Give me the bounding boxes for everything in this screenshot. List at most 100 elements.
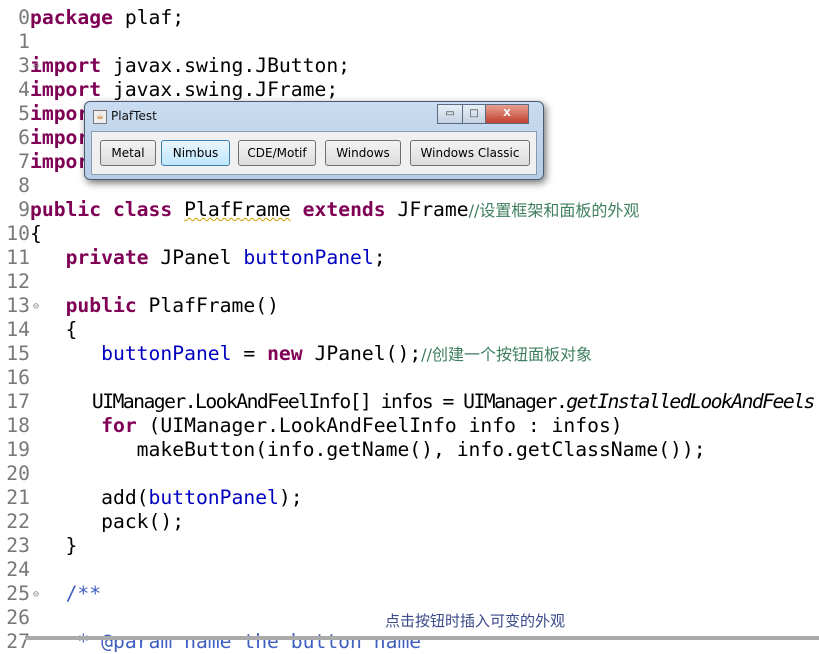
code-line: 16 [0,366,30,390]
horizontal-scrollbar[interactable] [25,636,819,640]
fold-toggle-icon[interactable]: ⊖ [33,583,39,607]
code-token: * @param name the button name [30,630,422,653]
code-token: buttonPanel [101,342,232,365]
code-token: private [65,246,149,269]
fold-toggle-icon[interactable]: ⊖ [33,55,39,79]
code-line: 8 [0,174,30,198]
code-line: 11 private JPanel buttonPanel; [0,246,385,270]
line-number: 11 [6,246,30,269]
line-number: 23 [6,534,30,557]
metal-button[interactable]: Metal [100,140,156,166]
code-line: 12 [0,270,30,294]
code-token: public class [30,198,173,221]
code-token: ); [278,486,303,509]
code-token: import [30,54,102,77]
code-line: 21 add(buttonPanel); [0,486,303,510]
line-number: 27 [6,630,30,653]
code-line: 27 * @param name the button name [0,630,421,654]
line-number: 20 [6,462,30,485]
code-line: 3 ⊖ import javax.swing.JButton; [0,54,350,78]
nimbus-button[interactable]: Nimbus [161,140,230,166]
code-token: JPanel(); [302,342,422,365]
minimize-button[interactable]: ▭ [437,104,463,124]
code-token: buttonPanel [148,486,279,509]
code-token: { [30,318,78,341]
code-token: JFrame [385,198,469,221]
code-token: UIManager.LookAndFeelInfo[] [30,390,381,413]
cde-motif-button[interactable]: CDE/Motif [238,140,316,166]
code-line: 26 [0,606,30,630]
code-token: buttonPanel [243,246,374,269]
line-number: 22 [6,510,30,533]
caption-text: 点击按钮时插入可变的外观 [385,612,566,630]
button-panel: Metal Nimbus CDE/Motif Windows Windows C… [91,131,537,175]
code-token: JPanel [148,246,244,269]
code-line: 10{ [0,222,42,246]
code-token: = UIManager. [432,390,568,413]
code-token: infos [380,390,434,413]
code-token: PlafFrame [184,198,291,221]
line-number: 9 [18,198,30,221]
code-token: javax.swing.JFrame; [101,78,339,101]
line-number: 26 [6,606,30,629]
code-line: 15 buttonPanel = new JPanel();//创建一个按钮面板… [0,342,592,366]
plaftest-window: ☕ PlafTest ▭ □ X Metal Nimbus CDE/Motif … [84,101,544,180]
code-token: new [267,342,303,365]
code-token: getInstalledLookAndFeels [566,390,815,413]
code-line: 18 for (UIManager.LookAndFeelInfo info :… [0,414,623,438]
code-line: 23 } [0,534,77,558]
code-line: 17 UIManager.LookAndFeelInfo[] infos = U… [0,390,815,414]
code-token: //创建一个按钮面板对象 [421,345,592,364]
code-line: 4import javax.swing.JFrame; [0,78,338,102]
code-line: 14 { [0,318,77,342]
code-line: 0package plaf; [0,6,184,30]
code-line: 22 pack(); [0,510,184,534]
line-number: 19 [6,438,30,461]
line-number: 14 [6,318,30,341]
code-token: //设置框架和面板的外观 [468,201,640,220]
code-token: { [30,222,42,245]
fold-toggle-icon[interactable]: ⊖ [33,295,39,319]
line-number: 12 [6,270,30,293]
code-token: PlafFrame() [136,294,279,317]
code-token: plaf; [112,6,185,29]
code-token: } [30,534,78,557]
line-number: 6 [18,126,30,149]
code-token: add( [30,486,149,509]
code-line: 19 makeButton(info.getName(), info.getCl… [0,438,706,462]
line-number: 18 [6,414,30,437]
line-number: 4 [18,78,30,101]
code-token: = [231,342,268,365]
code-line: 13 ⊖ public PlafFrame() [0,294,279,318]
line-number: 0 [18,6,30,29]
close-button[interactable]: X [485,104,529,124]
line-number: 1 [18,30,30,53]
code-line: 25 ⊖ /** [0,582,101,606]
line-number: 24 [6,558,30,581]
code-token: (UIManager.LookAndFeelInfo info : infos) [136,414,623,437]
window-title: PlafTest [111,109,157,123]
line-number: 8 [18,174,30,197]
code-token: /** [65,582,102,605]
maximize-button[interactable]: □ [462,104,486,124]
code-token: makeButton(info.getName(), info.getClass… [30,438,706,461]
code-line: 1 [0,30,30,54]
line-number: 3 ⊖ [18,54,39,77]
code-token: package [30,6,113,29]
code-line: 20 [0,462,30,486]
code-token: pack(); [30,510,185,533]
code-token: for [101,414,137,437]
code-token: import [30,78,102,101]
java-app-icon: ☕ [93,110,107,124]
line-number: 5 [18,102,30,125]
windows-classic-button[interactable]: Windows Classic [410,140,530,166]
windows-button[interactable]: Windows [325,140,401,166]
code-token: javax.swing.JButton; [101,54,351,77]
line-number: 25 ⊖ [6,582,39,605]
code-token: public [65,294,137,317]
